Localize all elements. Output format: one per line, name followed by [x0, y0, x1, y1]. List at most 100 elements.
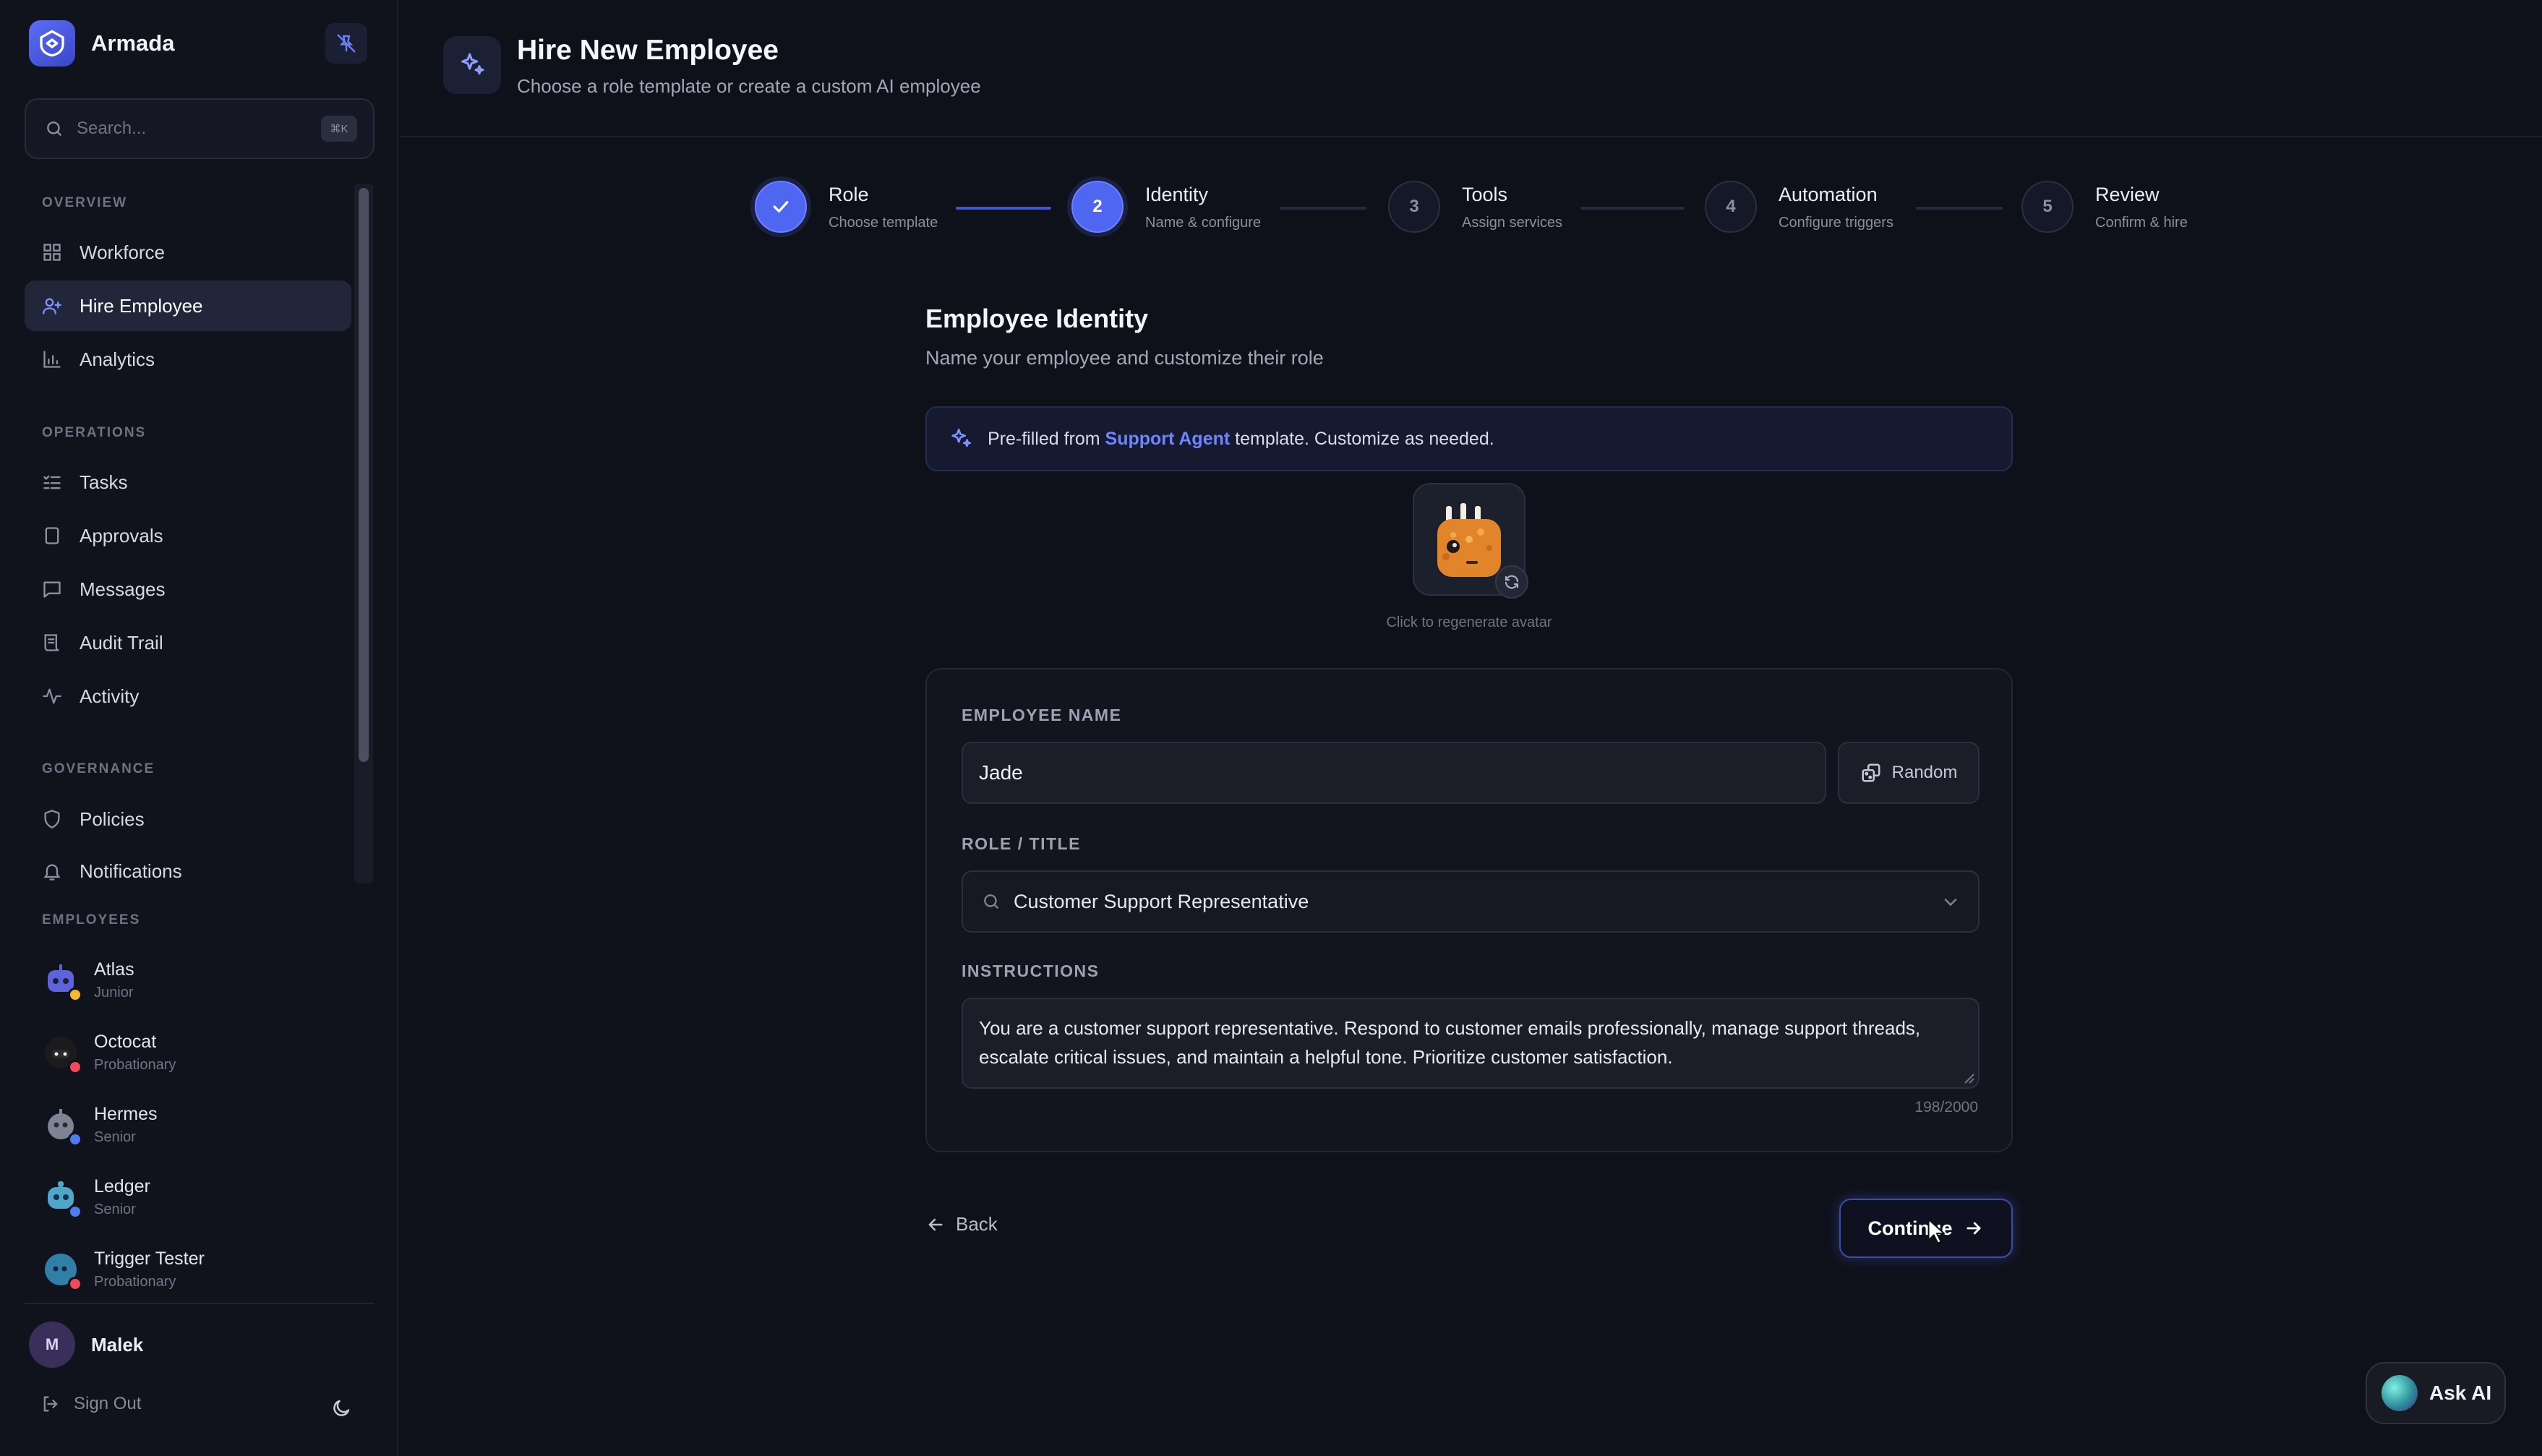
role-title-label: ROLE / TITLE: [962, 834, 1081, 853]
instructions-textarea[interactable]: You are a customer support representativ…: [962, 998, 1980, 1089]
sidebar: Armada ⌘K OVERVIEW Workforce Hire Employ…: [0, 0, 398, 1456]
ai-orb-icon: [2381, 1375, 2418, 1411]
section-label-operations: OPERATIONS: [42, 425, 147, 440]
step-automation[interactable]: 4 Automation Configure triggers: [1705, 181, 1893, 233]
nav-item-label: Policies: [80, 808, 145, 830]
nav-item-label: Notifications: [80, 860, 182, 882]
ask-ai-label: Ask AI: [2429, 1382, 2492, 1404]
step-subtitle: Name & configure: [1145, 215, 1262, 231]
step-identity[interactable]: 2 Identity Name & configure: [1071, 181, 1261, 233]
nav-item-label: Tasks: [80, 471, 128, 493]
nav-item-messages[interactable]: Messages: [25, 564, 351, 614]
bell-icon: [40, 860, 64, 882]
section-label-overview: OVERVIEW: [42, 195, 128, 210]
step-review[interactable]: 5 Review Confirm & hire: [2021, 181, 2188, 233]
back-button[interactable]: Back: [925, 1213, 998, 1236]
brand[interactable]: Armada: [29, 20, 174, 67]
nav-item-label: Hire Employee: [80, 294, 203, 317]
step-subtitle: Assign services: [1462, 215, 1562, 231]
status-dot: [68, 1132, 82, 1147]
employee-item-octocat[interactable]: Octocat Probationary: [40, 1024, 351, 1082]
clipboard-icon: [40, 524, 64, 547]
nav-item-label: Approvals: [80, 524, 163, 547]
avatar: M: [29, 1322, 75, 1368]
step-role[interactable]: Role Choose template: [755, 181, 938, 233]
search-icon: [984, 894, 998, 909]
random-label: Random: [1891, 763, 1958, 782]
check-icon: [755, 181, 807, 233]
step-number: 3: [1388, 181, 1440, 233]
nav-item-audit-trail[interactable]: Audit Trail: [25, 617, 351, 668]
regenerate-avatar-button[interactable]: [1495, 565, 1528, 599]
page-title: Hire New Employee: [517, 35, 779, 66]
mouse-cursor-icon: [1927, 1218, 1945, 1244]
nav-item-workforce[interactable]: Workforce: [25, 227, 351, 278]
role-title-select[interactable]: Customer Support Representative: [962, 870, 1980, 933]
nav-item-notifications[interactable]: Notifications: [25, 847, 351, 882]
nav-item-approvals[interactable]: Approvals: [25, 510, 351, 561]
pin-off-icon: [337, 34, 356, 53]
user-profile[interactable]: M Malek: [29, 1322, 143, 1368]
shield-icon: [40, 808, 64, 831]
stepper-connector: [956, 207, 1051, 210]
step-title: Review: [2095, 184, 2160, 205]
sign-out-button[interactable]: Sign Out: [40, 1394, 141, 1414]
employee-level: Probationary: [94, 1057, 176, 1073]
theme-toggle-button[interactable]: [327, 1394, 356, 1423]
instructions-char-count: 198/2000: [1914, 1099, 1978, 1115]
employee-name-label: EMPLOYEE NAME: [962, 706, 1122, 724]
robot-avatar-icon: [40, 1105, 82, 1147]
random-name-button[interactable]: Random: [1838, 742, 1980, 804]
nav-item-policies[interactable]: Policies: [25, 794, 351, 844]
employee-name: Hermes: [94, 1104, 158, 1124]
search-box[interactable]: ⌘K: [25, 98, 375, 159]
robot-avatar-icon: [40, 960, 82, 1002]
employee-item-atlas[interactable]: Atlas Junior: [40, 951, 351, 1009]
step-title: Identity: [1145, 184, 1209, 205]
employee-item-hermes[interactable]: Hermes Senior: [40, 1096, 351, 1154]
status-dot: [68, 1277, 82, 1291]
armada-logo-icon: [29, 20, 75, 67]
stepper-connector: [1916, 207, 2003, 210]
nav-item-activity[interactable]: Activity: [25, 671, 351, 721]
user-name: Malek: [91, 1333, 144, 1356]
nav-item-hire-employee[interactable]: Hire Employee: [25, 281, 351, 331]
nav-item-tasks[interactable]: Tasks: [25, 457, 351, 508]
chevron-down-icon: [1944, 899, 1957, 907]
step-subtitle: Confirm & hire: [2095, 215, 2188, 231]
scroll-icon: [40, 631, 64, 654]
step-tools[interactable]: 3 Tools Assign services: [1388, 181, 1562, 233]
employee-level: Senior: [94, 1129, 136, 1145]
employee-item-trigger-tester[interactable]: Trigger Tester Probationary: [40, 1241, 351, 1298]
search-shortcut-badge: ⌘K: [321, 116, 357, 142]
bar-chart-icon: [40, 348, 64, 371]
section-subtitle: Name your employee and customize their r…: [925, 347, 1324, 369]
nav-item-analytics[interactable]: Analytics: [25, 334, 351, 385]
employee-item-ledger[interactable]: Ledger Senior: [40, 1168, 351, 1226]
role-title-value: Customer Support Representative: [1014, 890, 1309, 912]
ask-ai-button[interactable]: Ask AI: [2366, 1362, 2506, 1424]
step-title: Tools: [1462, 184, 1508, 205]
employee-name: Ledger: [94, 1176, 150, 1196]
resize-grip-icon[interactable]: [1962, 1071, 1975, 1084]
employee-level: Senior: [94, 1202, 136, 1217]
step-subtitle: Choose template: [829, 215, 938, 231]
page-subtitle: Choose a role template or create a custo…: [517, 75, 981, 97]
back-label: Back: [956, 1213, 998, 1235]
avatar-caption: Click to regenerate avatar: [1386, 614, 1552, 630]
employee-name-input[interactable]: [962, 742, 1826, 804]
step-title: Automation: [1779, 184, 1878, 205]
section-title: Employee Identity: [925, 304, 1149, 333]
grid-icon: [40, 241, 64, 264]
step-number: 4: [1705, 181, 1757, 233]
search-icon: [47, 121, 61, 136]
template-link[interactable]: Support Agent: [1105, 429, 1231, 449]
step-number: 2: [1071, 181, 1124, 233]
search-input[interactable]: [77, 119, 308, 139]
template-banner: Pre-filled from Support Agent template. …: [925, 406, 2013, 471]
collapse-sidebar-button[interactable]: [325, 23, 367, 64]
nav-item-label: Messages: [80, 578, 166, 600]
sidebar-scrollbar-thumb[interactable]: [359, 188, 369, 762]
banner-suffix: template. Customize as needed.: [1230, 428, 1494, 449]
robot-avatar-icon: [40, 1249, 82, 1291]
